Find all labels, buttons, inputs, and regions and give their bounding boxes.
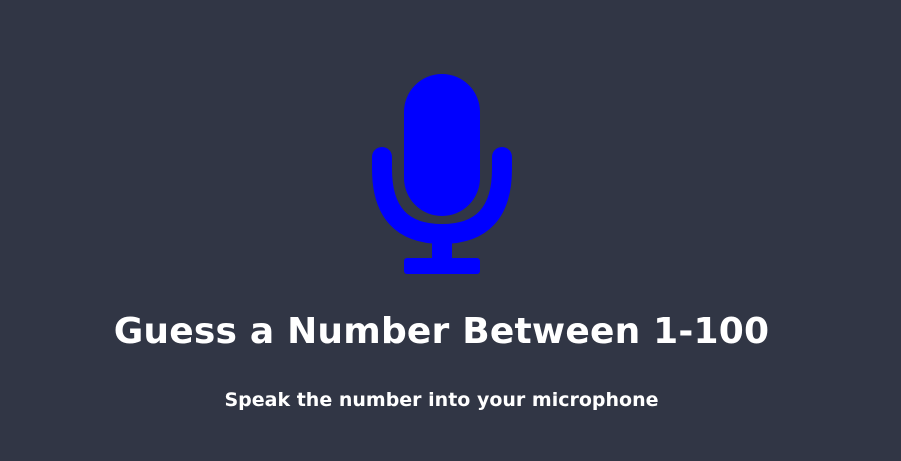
microphone-icon [372,74,512,276]
microphone-stand [432,232,452,262]
microphone-capsule [404,74,480,216]
page-subtitle: Speak the number into your microphone [224,389,659,411]
microphone-base [404,258,480,274]
microphone-icon-svg [372,74,512,274]
page-title: Guess a Number Between 1-100 [113,311,770,352]
